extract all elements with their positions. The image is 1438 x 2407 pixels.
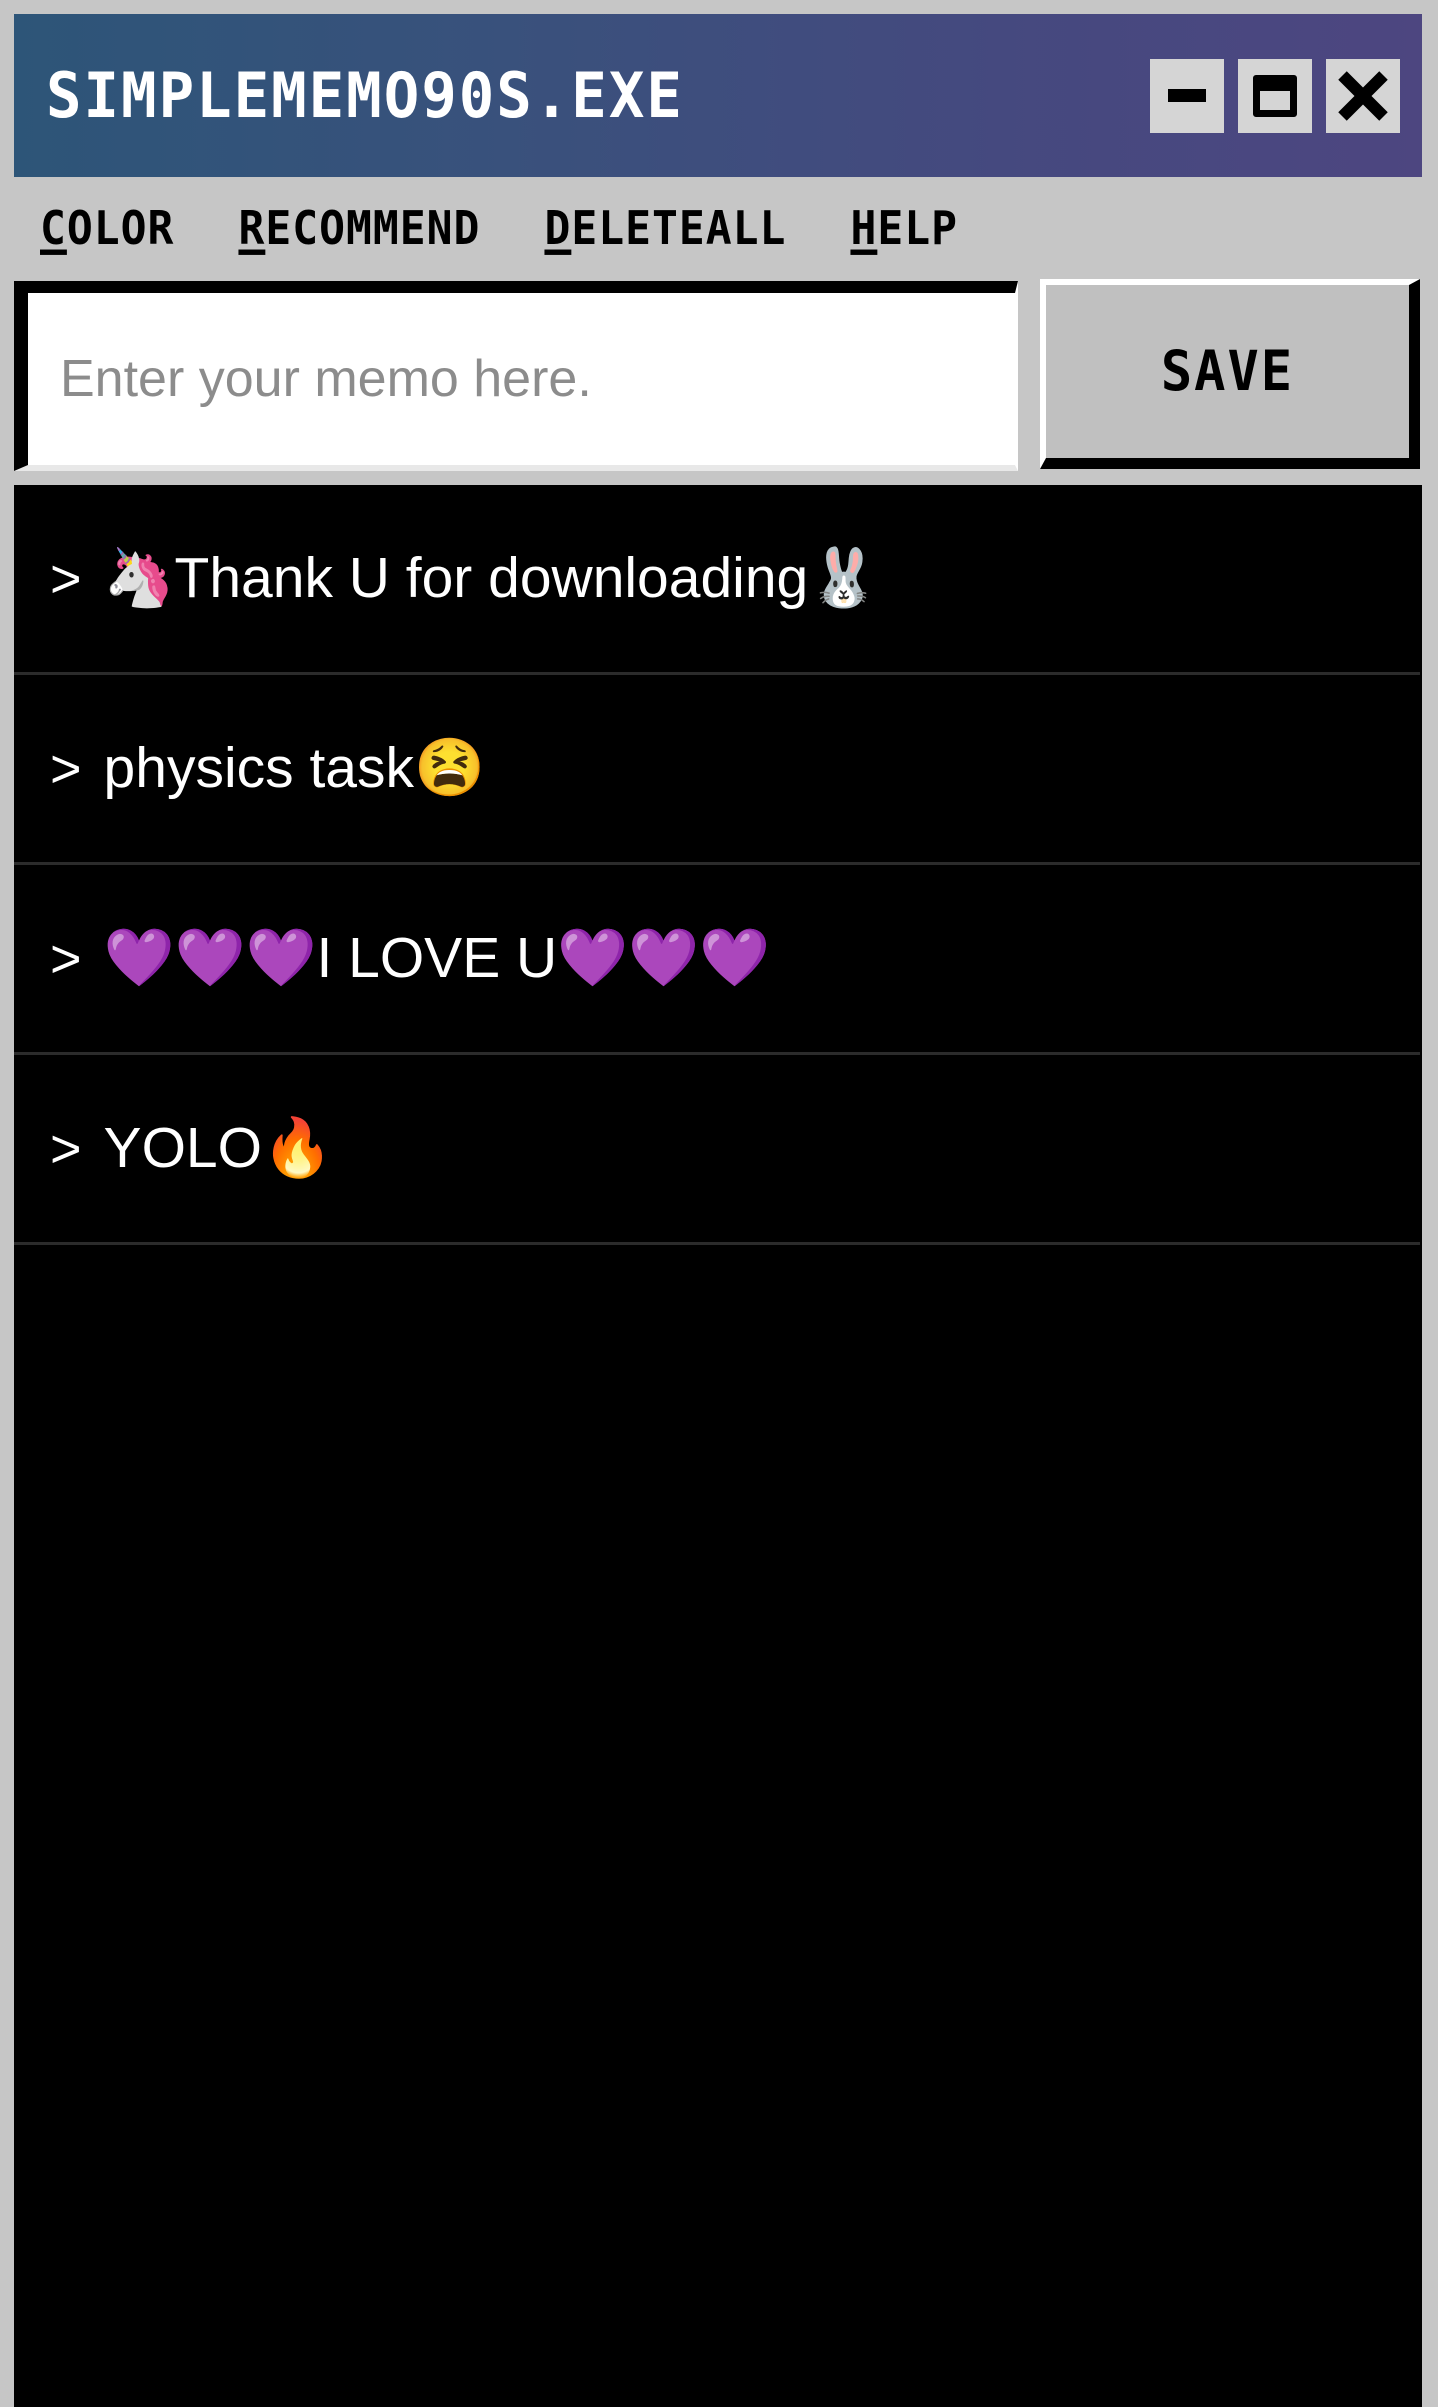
- menu-rest-color: OLOR: [66, 202, 175, 256]
- menu-item-recommend[interactable]: RECOMMEND: [238, 202, 480, 256]
- memo-text: physics task😫: [103, 736, 485, 800]
- minimize-icon: [1168, 89, 1206, 102]
- memo-text: 💜💜💜I LOVE U💜💜💜: [103, 926, 771, 990]
- save-button-label: SAVE: [1160, 339, 1295, 404]
- maximize-icon: [1253, 74, 1297, 117]
- menu-accel-help: H: [850, 202, 878, 256]
- memo-caret: >: [50, 928, 82, 989]
- memo-input[interactable]: [28, 293, 1015, 465]
- minimize-button[interactable]: [1150, 58, 1224, 133]
- menu-rest-recommend: ECOMMEND: [265, 202, 481, 256]
- save-button[interactable]: SAVE: [1040, 279, 1420, 469]
- menu-item-deleteall[interactable]: DELETEALL: [544, 202, 786, 256]
- close-button[interactable]: [1326, 58, 1400, 133]
- title-bar: SIMPLEMEMO90S.EXE: [14, 14, 1422, 177]
- window-controls: [1150, 58, 1400, 133]
- memo-text: 🦄Thank U for downloading🐰: [103, 546, 880, 610]
- app-window: SIMPLEMEMO90S.EXE COLOR RECOMMEND DELETE…: [0, 0, 1438, 2407]
- menu-accel-color: C: [40, 202, 67, 256]
- list-item[interactable]: > 🦄Thank U for downloading🐰: [14, 485, 1420, 675]
- list-item[interactable]: > physics task😫: [14, 675, 1420, 865]
- window-title: SIMPLEMEMO90S.EXE: [46, 58, 684, 133]
- menu-accel-recommend: R: [238, 202, 266, 256]
- menu-rest-deleteall: ELETEALL: [571, 202, 787, 256]
- menu-accel-deleteall: D: [544, 202, 572, 256]
- menu-rest-help: ELP: [877, 202, 959, 256]
- maximize-button[interactable]: [1238, 58, 1312, 133]
- memo-caret: >: [50, 1118, 82, 1179]
- memo-caret: >: [50, 738, 82, 799]
- memo-input-container: [14, 281, 1018, 471]
- list-item[interactable]: > 💜💜💜I LOVE U💜💜💜: [14, 865, 1420, 1055]
- memo-entry-row: SAVE: [14, 279, 1422, 471]
- memo-list[interactable]: > 🦄Thank U for downloading🐰 > physics ta…: [14, 485, 1422, 2407]
- menu-item-color[interactable]: COLOR: [40, 202, 174, 256]
- menu-bar: COLOR RECOMMEND DELETEALL HELP: [14, 177, 1422, 281]
- menu-item-help[interactable]: HELP: [850, 202, 958, 256]
- memo-caret: >: [50, 548, 82, 609]
- close-icon: [1340, 73, 1386, 119]
- list-item[interactable]: > YOLO🔥: [14, 1055, 1420, 1245]
- memo-text: YOLO🔥: [103, 1116, 333, 1180]
